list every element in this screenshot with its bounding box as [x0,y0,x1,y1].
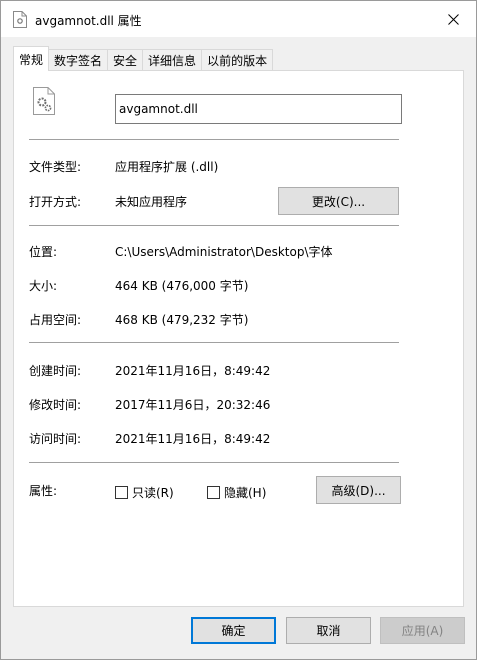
file-icon [13,11,27,28]
filename-input[interactable] [115,94,402,124]
modified-value: 2017年11月6日，20:32:46 [115,398,271,412]
divider [29,462,399,463]
size-value: 464 KB (476,000 字节) [115,279,249,293]
file-type-label: 文件类型: [29,160,82,174]
hidden-checkbox[interactable]: 隐藏(H) [207,484,266,501]
file-type-value: 应用程序扩展 (.dll) [115,160,219,174]
readonly-label: 只读(R) [132,486,174,500]
divider [29,225,399,226]
location-label: 位置: [29,245,58,259]
dll-file-icon [33,87,55,115]
window-title: avgamnot.dll 属性 [35,14,142,28]
size-label: 大小: [29,279,58,293]
created-value: 2021年11月16日，8:49:42 [115,364,271,378]
attributes-label: 属性: [29,484,58,498]
properties-dialog: avgamnot.dll 属性 常规 数字签名 安全 详细信息 以前的版本 文件… [0,0,477,660]
modified-label: 修改时间: [29,398,82,412]
hidden-checkbox-box[interactable] [207,486,220,499]
tab-previous-versions[interactable]: 以前的版本 [201,49,274,71]
opens-with-label: 打开方式: [29,195,82,209]
tab-details[interactable]: 详细信息 [142,49,203,71]
general-panel: 文件类型: 应用程序扩展 (.dll) 打开方式: 未知应用程序 更改(C)..… [13,70,464,607]
readonly-checkbox-box[interactable] [115,486,128,499]
tab-security[interactable]: 安全 [107,49,144,71]
divider [29,342,399,343]
created-label: 创建时间: [29,364,82,378]
change-button[interactable]: 更改(C)... [278,187,399,215]
accessed-value: 2021年11月16日，8:49:42 [115,432,271,446]
tab-digital-signatures[interactable]: 数字签名 [48,49,109,71]
close-button[interactable] [430,1,476,37]
cancel-button[interactable]: 取消 [286,617,371,644]
tab-general[interactable]: 常规 [13,46,50,71]
accessed-label: 访问时间: [29,432,82,446]
location-value: C:\Users\Administrator\Desktop\字体 [115,245,333,259]
disk-size-label: 占用空间: [29,313,82,327]
close-icon [447,13,459,25]
title-bar: avgamnot.dll 属性 [1,1,476,37]
advanced-button[interactable]: 高级(D)... [316,476,401,504]
disk-size-value: 468 KB (479,232 字节) [115,313,249,327]
hidden-label: 隐藏(H) [224,486,267,500]
readonly-checkbox[interactable]: 只读(R) [115,484,174,501]
opens-with-value: 未知应用程序 [115,195,188,209]
apply-button[interactable]: 应用(A) [380,617,465,644]
ok-button[interactable]: 确定 [191,617,276,644]
tab-strip: 常规 数字签名 安全 详细信息 以前的版本 [13,46,274,71]
divider [29,139,399,140]
